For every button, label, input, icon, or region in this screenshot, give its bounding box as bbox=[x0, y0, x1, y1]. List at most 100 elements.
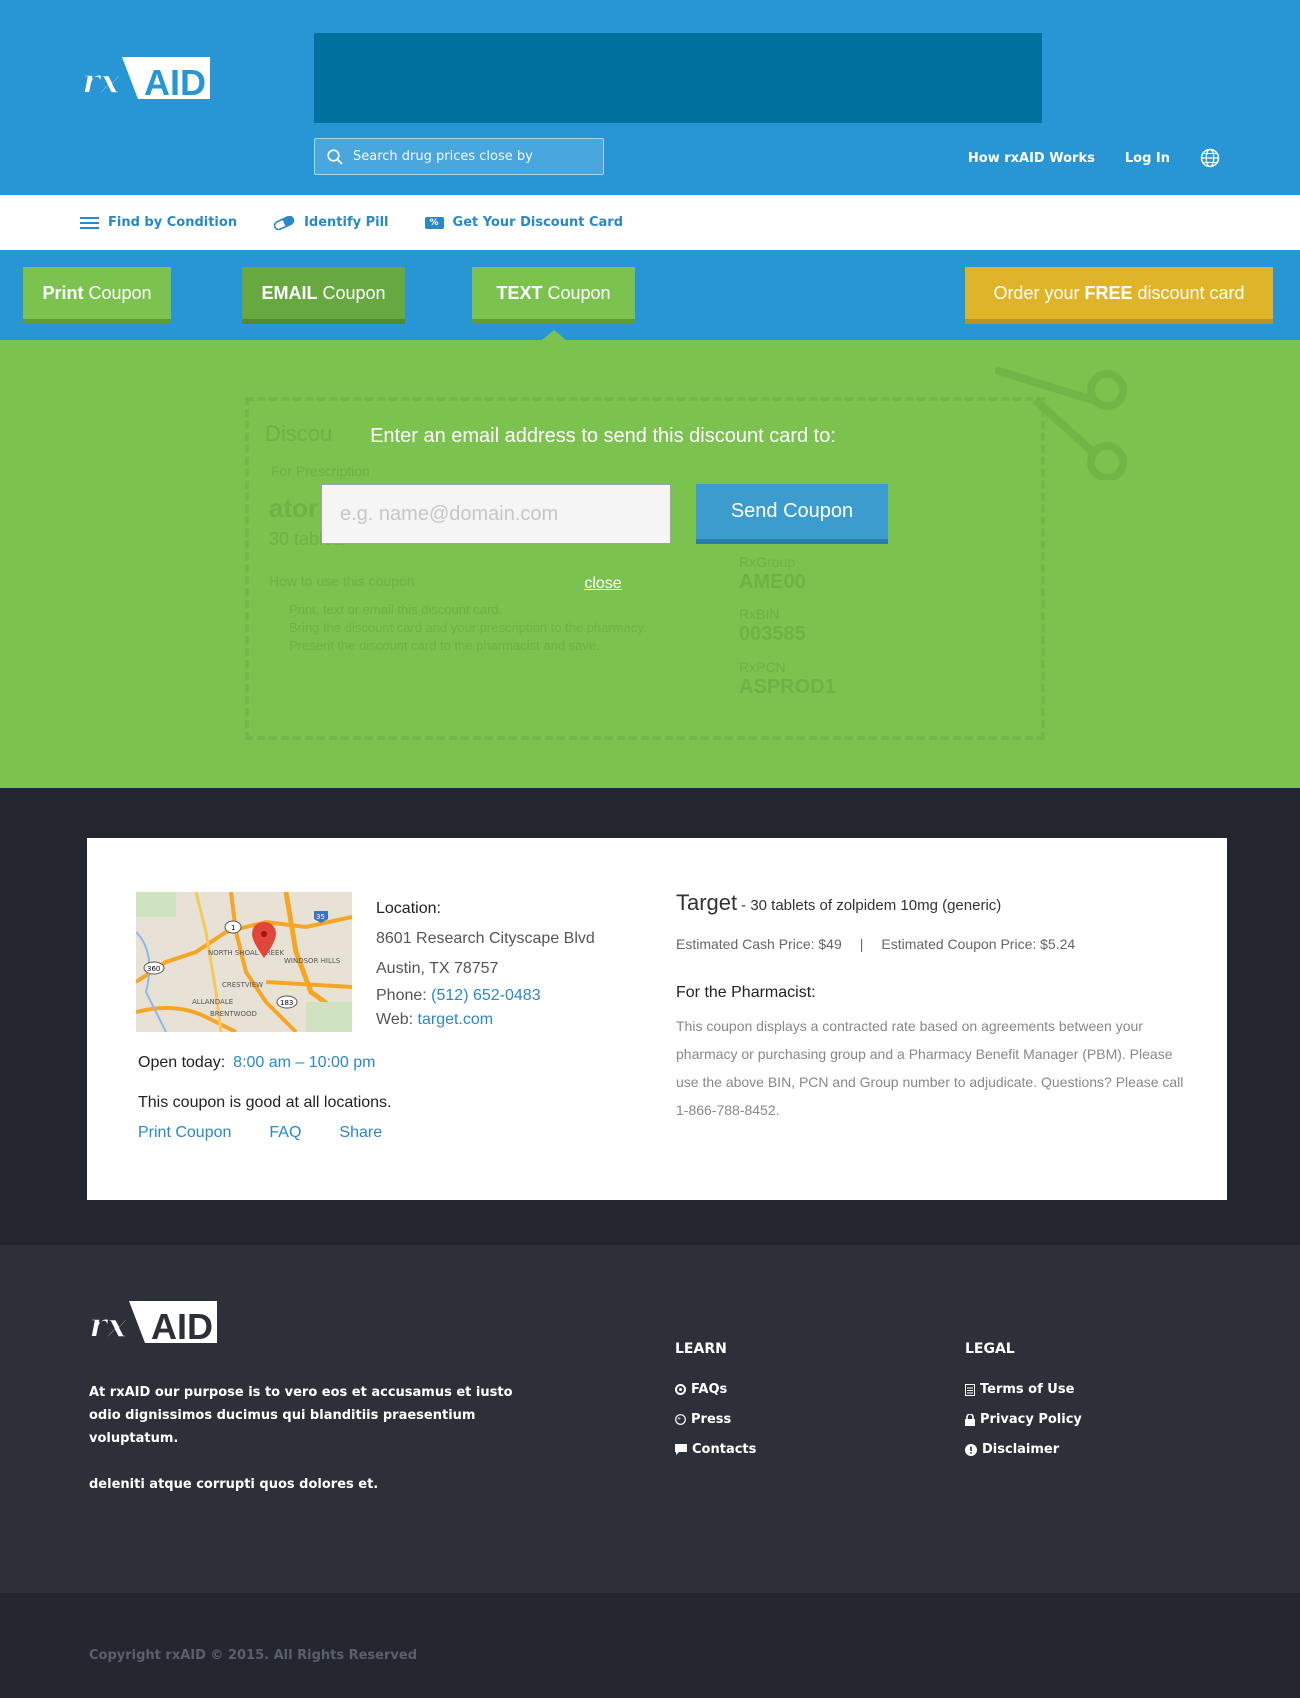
globe-icon[interactable] bbox=[1200, 148, 1220, 168]
login-link[interactable]: Log In bbox=[1125, 151, 1170, 166]
terms-link[interactable]: Terms of Use bbox=[965, 1382, 1082, 1397]
store-card: NORTH SHOAL CREEK WINDSOR HILLS CRESTVIE… bbox=[87, 838, 1227, 1200]
search-box[interactable] bbox=[314, 138, 604, 175]
coupon-action-bar: Print Coupon EMAIL Coupon TEXT Coupon Order… bbox=[0, 250, 1300, 340]
disclaimer-label: Disclaimer bbox=[982, 1442, 1060, 1457]
text-coupon-button[interactable]: TEXT Coupon bbox=[472, 267, 635, 324]
discount-card-label: Get Your Discount Card bbox=[452, 215, 624, 230]
top-links: How rxAID Works Log In bbox=[968, 148, 1220, 168]
ghost-pcn-value: ASPROD1 bbox=[739, 676, 836, 698]
coupon-price: Estimated Coupon Price: $5.24 bbox=[881, 936, 1076, 952]
ghost-label: For Prescription bbox=[271, 463, 370, 479]
faqs-link[interactable]: FAQs bbox=[675, 1382, 756, 1397]
location-block: Location: 8601 Research Cityscape Blvd A… bbox=[376, 894, 595, 1032]
drug-desc: - 30 tablets of zolpidem 10mg (generic) bbox=[741, 897, 1002, 914]
about-text-2: deleniti atque corrupti quos dolores et. bbox=[89, 1477, 379, 1492]
close-link[interactable]: close bbox=[0, 575, 1206, 593]
ad-banner[interactable] bbox=[314, 33, 1042, 123]
legal-title: LEGAL bbox=[965, 1341, 1015, 1357]
footer-logo[interactable]: rx AID bbox=[89, 1299, 217, 1345]
discount-card-link[interactable]: % Get Your Discount Card bbox=[424, 215, 624, 230]
map-label: 360 bbox=[147, 965, 160, 973]
identify-pill-link[interactable]: Identify Pill bbox=[273, 215, 389, 230]
web-label: Web: bbox=[376, 1011, 414, 1028]
ghost-drug: ator bbox=[269, 493, 319, 523]
card-links: Print Coupon FAQ Share bbox=[138, 1124, 382, 1142]
svg-text:AID: AID bbox=[144, 62, 206, 101]
alert-icon bbox=[965, 1443, 977, 1456]
price-row: Estimated Cash Price: $49 | Estimated Coup… bbox=[676, 936, 1075, 952]
open-label: Open today: bbox=[138, 1054, 226, 1071]
svg-text:AID: AID bbox=[151, 1306, 213, 1345]
svg-text:rx: rx bbox=[89, 1306, 128, 1345]
print-rest: Coupon bbox=[88, 282, 152, 303]
map-label: 1 bbox=[231, 924, 235, 932]
contacts-link[interactable]: Contacts bbox=[675, 1442, 756, 1457]
ghost-group-label: RxGroup bbox=[739, 554, 796, 570]
chat-icon bbox=[675, 1444, 687, 1455]
ghost-step: Bring the discount card and your prescri… bbox=[289, 620, 647, 635]
print-coupon-link[interactable]: Print Coupon bbox=[138, 1124, 231, 1142]
order-bold: FREE bbox=[1084, 282, 1133, 303]
faqs-label: FAQs bbox=[691, 1382, 728, 1397]
phone-row: Phone: (512) 652-0483 bbox=[376, 984, 595, 1008]
ghost-step: Print, text or email this discount card. bbox=[289, 602, 503, 617]
store-map[interactable]: NORTH SHOAL CREEK WINDSOR HILLS CRESTVIE… bbox=[136, 892, 352, 1032]
find-by-condition-label: Find by Condition bbox=[108, 215, 238, 230]
identify-pill-label: Identify Pill bbox=[304, 215, 389, 230]
open-hours: Open today: 8:00 am – 10:00 pm bbox=[138, 1054, 375, 1072]
press-link[interactable]: " Press bbox=[675, 1412, 756, 1427]
address-line1: 8601 Research Cityscape Blvd bbox=[376, 930, 595, 947]
terms-label: Terms of Use bbox=[980, 1382, 1075, 1397]
send-coupon-button[interactable]: Send Coupon bbox=[696, 484, 888, 544]
about-text-1: At rxAID our purpose is to vero eos et a… bbox=[89, 1385, 513, 1446]
privacy-label: Privacy Policy bbox=[980, 1412, 1082, 1427]
address-line2: Austin, TX 78757 bbox=[376, 960, 499, 977]
print-coupon-button[interactable]: Print Coupon bbox=[23, 267, 171, 324]
cash-price: Estimated Cash Price: $49 bbox=[676, 936, 842, 952]
map-label: 183 bbox=[280, 999, 293, 1007]
order-card-button[interactable]: Order your FREE discount card bbox=[965, 267, 1273, 324]
rxaid-logo[interactable]: rx AID bbox=[82, 55, 210, 101]
learn-column: LEARN FAQs " Press Contacts bbox=[675, 1341, 756, 1472]
email-rest: Coupon bbox=[322, 282, 386, 303]
footer-about: At rxAID our purpose is to vero eos et a… bbox=[89, 1381, 529, 1496]
email-input[interactable] bbox=[321, 484, 671, 544]
search-icon bbox=[327, 148, 343, 165]
sub-navigation: Find by Condition Identify Pill % Get Yo… bbox=[0, 195, 1300, 250]
faded-coupon-preview: Discou For Prescription ator 30 tablets … bbox=[245, 397, 1045, 740]
store-detail-section: NORTH SHOAL CREEK WINDSOR HILLS CRESTVIE… bbox=[0, 788, 1300, 1245]
open-hours-value: 8:00 am – 10:00 pm bbox=[233, 1054, 376, 1071]
faq-link[interactable]: FAQ bbox=[269, 1124, 301, 1142]
web-link[interactable]: target.com bbox=[418, 1011, 494, 1028]
press-label: Press bbox=[691, 1412, 732, 1427]
copyright-text: Copyright rxAID © 2015. All Rights Reser… bbox=[89, 1648, 417, 1663]
document-icon bbox=[965, 1383, 975, 1396]
email-coupon-button[interactable]: EMAIL Coupon bbox=[242, 267, 405, 324]
how-it-works-link[interactable]: How rxAID Works bbox=[968, 151, 1095, 166]
search-input[interactable] bbox=[353, 149, 593, 164]
disclaimer-link[interactable]: Disclaimer bbox=[965, 1442, 1082, 1457]
order-pre: Order your bbox=[993, 282, 1080, 303]
share-link[interactable]: Share bbox=[339, 1124, 382, 1142]
map-label: CRESTVIEW bbox=[222, 981, 263, 989]
phone-label: Phone: bbox=[376, 987, 427, 1004]
site-footer: rx AID At rxAID our purpose is to vero e… bbox=[0, 1245, 1300, 1593]
privacy-link[interactable]: Privacy Policy bbox=[965, 1412, 1082, 1427]
text-rest: Coupon bbox=[547, 282, 611, 303]
lock-icon bbox=[965, 1413, 975, 1426]
svg-text:rx: rx bbox=[82, 62, 121, 101]
find-by-condition-link[interactable]: Find by Condition bbox=[80, 215, 237, 230]
lifebuoy-icon bbox=[675, 1384, 686, 1395]
percent-icon: % bbox=[424, 216, 444, 229]
price-separator: | bbox=[859, 936, 864, 952]
coupon-valid-note: This coupon is good at all locations. bbox=[138, 1094, 392, 1111]
store-heading: Target - 30 tablets of zolpidem 10mg (gen… bbox=[676, 890, 1001, 916]
print-bold: Print bbox=[42, 282, 84, 303]
legal-column: LEGAL Terms of Use Privacy Policy Discla… bbox=[965, 1341, 1082, 1472]
scissors-icon bbox=[995, 366, 1127, 480]
modal-title: Enter an email address to send this disc… bbox=[370, 425, 836, 447]
active-tab-arrow bbox=[542, 330, 566, 340]
ghost-step: Present the discount card to the pharmac… bbox=[289, 638, 600, 653]
phone-link[interactable]: (512) 652-0483 bbox=[431, 987, 540, 1004]
